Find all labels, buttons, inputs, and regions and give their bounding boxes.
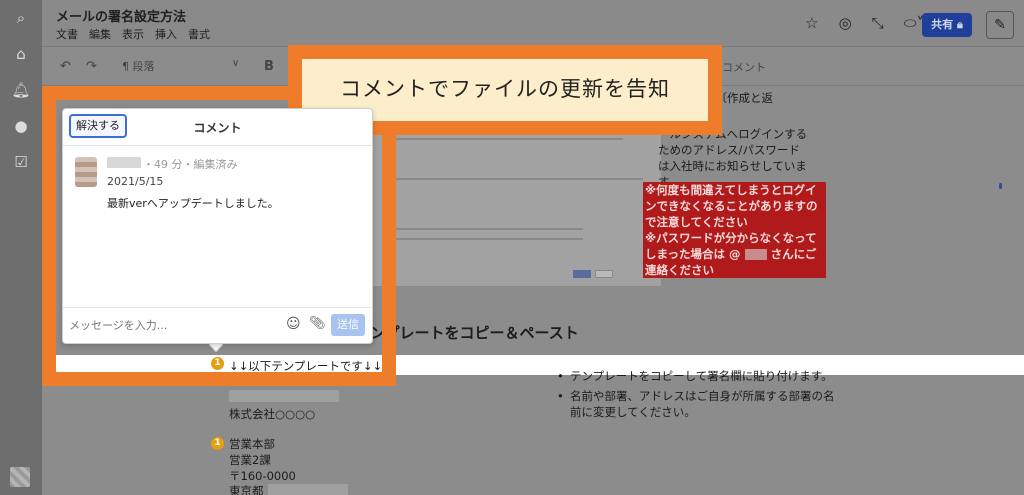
callout-text: コメントでファイルの更新を告知 <box>340 77 670 101</box>
collapse-arrows-icon[interactable]: ⤡ <box>872 14 884 32</box>
chevron-down-icon[interactable]: ∨ <box>232 58 239 69</box>
list-item-text: テンプレートをコピーして署名欄に貼り付けます。 <box>570 369 833 383</box>
menu-insert[interactable]: 挿入 <box>155 26 177 42</box>
signature-section: 営業2課 <box>229 453 271 467</box>
divider <box>63 145 372 146</box>
send-button[interactable]: 送信 <box>331 314 365 336</box>
comment-bubble-icon[interactable]: ◎ <box>839 14 852 32</box>
bullet-dot: • <box>557 369 564 383</box>
menu-edit[interactable]: 編集 <box>89 26 111 42</box>
doc-header: メールの署名設定方法 文書 編集 表示 挿入 書式 ☆ ◎ ⤡ ⬭˅ 共有 🔒︎… <box>42 0 1024 47</box>
left-rail: ⌕ ⌂ 🔔︎ ● ☑ <box>0 0 42 495</box>
redacted-text <box>229 390 339 402</box>
chat-icon[interactable]: ● <box>11 116 31 136</box>
pilcrow-icon: ¶ <box>122 60 129 73</box>
commenter-avatar <box>75 157 97 187</box>
redacted-name <box>744 249 767 260</box>
comment-popup: 解決する コメント ・49 分・編集済み 2021/5/15 最新verへアップ… <box>62 108 373 344</box>
undo-icon[interactable]: ↶ <box>60 59 71 74</box>
bullet-dot: • <box>557 389 564 403</box>
bell-icon[interactable]: 🔔︎ <box>11 80 31 100</box>
menu-bar: 文書 編集 表示 挿入 書式 <box>56 26 210 42</box>
comment-toolbar-label[interactable]: コメント <box>722 59 766 75</box>
redacted-text <box>268 484 348 495</box>
signature-division: 営業本部 <box>229 437 275 451</box>
section-heading: ンプレートをコピー＆ペースト <box>370 324 579 342</box>
scroll-indicator[interactable] <box>999 183 1002 189</box>
menu-format[interactable]: 書式 <box>188 26 210 42</box>
comment-date: 2021/5/15 <box>107 175 164 188</box>
comment-meta: ・49 分・編集済み <box>143 158 238 171</box>
divider <box>63 307 372 308</box>
lock-icon: 🔒︎ <box>956 18 963 31</box>
share-label: 共有 <box>931 18 954 31</box>
search-icon[interactable]: ⌕ <box>11 8 31 28</box>
signature-postal: 〒160-0000 <box>229 469 296 483</box>
message-input[interactable] <box>69 313 279 337</box>
menu-view[interactable]: 表示 <box>122 26 144 42</box>
signature-address: 東京都 <box>229 484 264 495</box>
user-avatar[interactable] <box>10 467 30 487</box>
menu-document[interactable]: 文書 <box>56 26 78 42</box>
task-check-icon[interactable]: ☑ <box>11 152 31 172</box>
document-title: メールの署名設定方法 <box>56 10 187 25</box>
warning-text-1: ※何度も間違えてしまうとログインできなくなることがありますので注意してください <box>645 183 818 229</box>
home-icon[interactable]: ⌂ <box>11 44 31 64</box>
comment-popup-title: コメント <box>193 121 242 135</box>
signature-company: 株式会社○○○○ <box>229 407 316 421</box>
bold-button[interactable]: B <box>264 59 274 74</box>
star-icon[interactable]: ☆ <box>805 14 818 32</box>
redo-icon[interactable]: ↷ <box>86 59 97 74</box>
embedded-screenshot <box>362 127 662 287</box>
tag-icon[interactable]: ⬭˅ <box>904 14 924 32</box>
header-icons: ☆ ◎ ⤡ ⬭˅ <box>805 14 924 32</box>
attachment-icon[interactable]: 📎︎ <box>309 316 326 331</box>
warning-block: ※何度も間違えてしまうとログインできなくなることがありますので注意してください … <box>643 182 826 278</box>
warning-text-2: ※パスワードが分からなくなってしまった場合は @ さんにご連絡ください <box>645 230 824 278</box>
list-item-text: 名前や部署、アドレスはご自身が所属する部署の名前に変更してください。 <box>570 389 835 419</box>
right-col-bullet: ールシステムへログインする ためのアドレス/パスワードは入社時にお知らせしていま… <box>658 127 808 189</box>
commenter-name-redacted <box>107 157 141 168</box>
emoji-icon[interactable]: ☺ <box>286 316 301 332</box>
edit-icon[interactable]: ✎ <box>986 11 1014 39</box>
comment-count-badge[interactable]: 1 <box>211 437 224 450</box>
paragraph-style-select[interactable]: ¶ 段落 <box>122 58 155 74</box>
share-button[interactable]: 共有 🔒︎ <box>922 13 972 37</box>
comment-body: 最新verへアップデートしました。 <box>107 197 279 210</box>
paragraph-label: 段落 <box>132 60 155 73</box>
